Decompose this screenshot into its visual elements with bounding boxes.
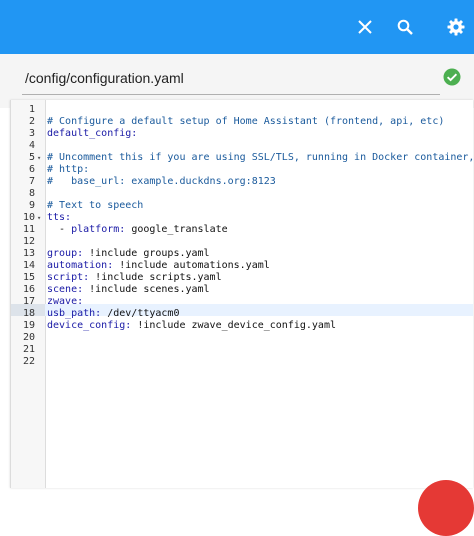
line-number: 18 xyxy=(22,308,35,319)
line-number: 7 xyxy=(28,176,35,187)
code-text: # Uncomment this if you are using SSL/TL… xyxy=(47,152,473,164)
code-line[interactable]: 1 xyxy=(11,104,473,116)
line-number: 2 xyxy=(28,116,35,127)
code-line[interactable]: 3 default_config: xyxy=(11,128,473,140)
file-path-text: /config/configuration.yaml xyxy=(25,70,184,86)
code-text: # base_url: example.duckdns.org:8123 xyxy=(47,176,276,188)
code-text: script: !include scripts.yaml xyxy=(47,272,222,284)
line-number: 6 xyxy=(28,164,35,175)
code-text: zwave: xyxy=(47,296,83,308)
code-line[interactable]: 21 xyxy=(11,344,473,356)
check-circle-icon xyxy=(443,68,461,86)
line-number: 1 xyxy=(28,104,35,115)
code-token-val: !include scenes.yaml xyxy=(89,284,210,295)
code-line[interactable]: 9 # Text to speech xyxy=(11,200,473,212)
code-text: device_config: !include zwave_device_con… xyxy=(47,320,336,332)
code-line[interactable]: 12 xyxy=(11,236,473,248)
line-number: 3 xyxy=(28,128,35,139)
code-line[interactable]: 4 xyxy=(11,140,473,152)
code-line[interactable]: 17 zwave: xyxy=(11,296,473,308)
code-text: default_config: xyxy=(47,128,137,140)
line-number: 12 xyxy=(22,236,35,247)
code-line[interactable]: 7 # base_url: example.duckdns.org:8123 xyxy=(11,176,473,188)
code-text: - platform: google_translate xyxy=(47,224,228,236)
code-text: # Configure a default setup of Home Assi… xyxy=(47,116,444,128)
code-token-comment: # Text to speech xyxy=(47,200,144,211)
line-number: 20 xyxy=(22,332,35,343)
code-text: scene: !include scenes.yaml xyxy=(47,284,210,296)
code-lines[interactable]: 1 2 # Configure a default setup of Home As… xyxy=(11,104,473,368)
line-number: 21 xyxy=(22,344,35,355)
code-token-comment: # http: xyxy=(47,164,90,175)
line-number: 13 xyxy=(22,248,35,259)
code-line[interactable]: 13 group: !include groups.yaml xyxy=(11,248,473,260)
line-number: 19 xyxy=(22,320,35,331)
code-token-val: /dev/ttyacm0 xyxy=(107,308,180,319)
code-line[interactable]: 20 xyxy=(11,332,473,344)
code-token-val: - xyxy=(47,224,72,235)
top-app-bar xyxy=(0,0,474,54)
code-token-key: tts: xyxy=(47,212,72,223)
code-token-val: !include zwave_device_config.yaml xyxy=(137,320,336,331)
code-token-val: !include groups.yaml xyxy=(89,248,210,259)
code-line[interactable]: 15 script: !include scripts.yaml xyxy=(11,272,473,284)
line-number: 14 xyxy=(22,260,35,271)
code-text: tts: xyxy=(47,212,71,224)
code-token-key: default_config: xyxy=(47,128,138,139)
code-text: # Text to speech xyxy=(47,200,143,212)
code-text: # http: xyxy=(47,164,89,176)
line-number: 11 xyxy=(22,224,35,235)
code-token-val: !include scripts.yaml xyxy=(95,272,222,283)
code-token-comment: # base_url: example.duckdns.org:8123 xyxy=(47,176,276,187)
code-token-key: device_config: xyxy=(47,320,138,331)
code-token-key: automation: xyxy=(47,260,120,271)
line-number: 17 xyxy=(22,296,35,307)
code-token-key: group: xyxy=(47,248,90,259)
fold-arrow-icon[interactable]: ▾ xyxy=(37,152,41,164)
code-token-val: google_translate xyxy=(131,224,228,235)
code-line[interactable]: 5 ▾ # Uncomment this if you are using SSL/… xyxy=(11,152,473,164)
code-text: group: !include groups.yaml xyxy=(47,248,210,260)
gear-icon[interactable] xyxy=(441,12,471,42)
code-line[interactable]: 10 ▾ tts: xyxy=(11,212,473,224)
line-number: 5 xyxy=(28,152,35,163)
code-line[interactable]: 14 automation: !include automations.yaml xyxy=(11,260,473,272)
code-token-key: scene: xyxy=(47,284,90,295)
code-line[interactable]: 16 scene: !include scenes.yaml xyxy=(11,284,473,296)
code-line[interactable]: 11 - platform: google_translate xyxy=(11,224,473,236)
code-token-key: usb_path: xyxy=(47,308,108,319)
line-number: 10 xyxy=(22,212,35,223)
code-token-key: zwave: xyxy=(47,296,84,307)
code-line[interactable]: 22 xyxy=(11,356,473,368)
code-line[interactable]: 6 # http: xyxy=(11,164,473,176)
code-text: automation: !include automations.yaml xyxy=(47,260,270,272)
code-line[interactable]: 18 usb_path: /dev/ttyacm0 xyxy=(11,308,473,320)
line-number: 9 xyxy=(28,200,35,211)
code-line[interactable]: 19 device_config: !include zwave_device_c… xyxy=(11,320,473,332)
code-token-key: platform: xyxy=(71,224,132,235)
fold-arrow-icon[interactable]: ▾ xyxy=(37,212,41,224)
code-token-key: script: xyxy=(47,272,96,283)
line-number: 15 xyxy=(22,272,35,283)
code-text: usb_path: /dev/ttyacm0 xyxy=(47,308,179,320)
code-line[interactable]: 8 xyxy=(11,188,473,200)
line-number: 4 xyxy=(28,140,35,151)
code-line[interactable]: 2 # Configure a default setup of Home Ass… xyxy=(11,116,473,128)
search-icon[interactable] xyxy=(390,12,420,42)
line-number: 16 xyxy=(22,284,35,295)
line-number: 8 xyxy=(28,188,35,199)
code-token-comment: # Configure a default setup of Home Assi… xyxy=(47,116,445,127)
file-path-field[interactable]: /config/configuration.yaml xyxy=(22,60,440,95)
line-number: 22 xyxy=(22,356,35,367)
code-editor[interactable]: 1 2 # Configure a default setup of Home As… xyxy=(10,100,473,488)
code-token-comment: # Uncomment this if you are using SSL/TL… xyxy=(47,152,473,163)
close-icon[interactable] xyxy=(350,12,380,42)
code-token-val: !include automations.yaml xyxy=(119,260,270,271)
save-fab-button[interactable] xyxy=(418,480,474,536)
